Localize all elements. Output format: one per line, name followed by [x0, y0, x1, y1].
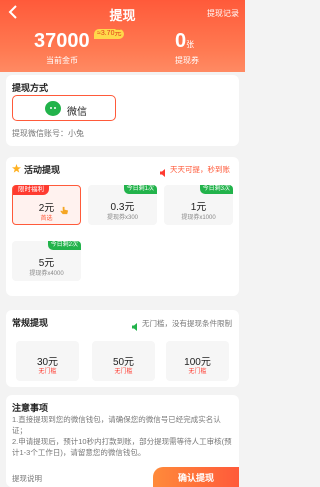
activity-withdraw-title: 活动提现: [24, 165, 61, 175]
note-line-3: 提现说明: [12, 474, 42, 483]
normal-withdraw-card: 常规提现 无门槛，没有提现条件限制 30元 无门槛 50元 无门槛 100元 无…: [6, 310, 239, 387]
payment-method-card: 提现方式 微信 提现微信账号：小兔: [6, 75, 239, 146]
wechat-icon: [45, 101, 61, 116]
option-sub: 提现券x4000: [29, 271, 64, 277]
activity-note: 天天可提，秒到账: [170, 165, 230, 174]
voucher-count: 0张: [175, 30, 194, 53]
normal-note: 无门槛，没有提现条件限制: [142, 319, 232, 328]
speaker-icon: [160, 164, 168, 177]
wechat-account-label: 提现微信账号：小兔: [12, 129, 84, 138]
option-sub: 首选: [40, 216, 53, 222]
option-sub: 提现券x1000: [181, 215, 216, 221]
normal-option-100yuan[interactable]: 100元 无门槛: [166, 341, 229, 381]
confirm-withdraw-button[interactable]: 确认提现: [153, 467, 239, 487]
option-sub: 无门槛: [188, 369, 207, 375]
option-sub: 无门槛: [114, 369, 133, 375]
normal-option-30yuan[interactable]: 30元 无门槛: [16, 341, 79, 381]
option-amount: 1元: [190, 202, 207, 213]
option-amount: 2元: [38, 203, 55, 214]
header-banner: 提现 提现记录 37000 ≈3.70元 当前金币 0张 提现券: [0, 0, 245, 72]
withdraw-record-link[interactable]: 提现记录: [207, 8, 239, 19]
notes-card: 注意事项 1.直接提现到您的微信钱包，请确保您的微信号已经完成实名认证； 2.申…: [6, 395, 239, 487]
voucher-unit: 张: [186, 40, 195, 49]
option-amount: 0.3元: [110, 202, 135, 213]
activity-option-1yuan[interactable]: 今日剩3次 1元 提现券x1000: [164, 185, 233, 225]
wechat-label: 微信: [67, 107, 87, 118]
star-icon: [12, 164, 21, 173]
notes-title: 注意事项: [12, 403, 49, 413]
normal-option-50yuan[interactable]: 50元 无门槛: [92, 341, 155, 381]
remaining-times-badge: 今日剩3次: [199, 185, 233, 194]
remaining-times-badge: 今日剩1次: [123, 185, 157, 194]
activity-withdraw-card: 活动提现 天天可提，秒到账 限时福利 2元 首选 今日剩1次 0.3元 提现券x…: [6, 157, 239, 296]
coins-label: 当前金币: [46, 56, 78, 65]
payment-method-title: 提现方式: [12, 83, 49, 93]
limited-time-badge: 限时福利: [13, 185, 49, 195]
activity-option-5yuan[interactable]: 今日剩2次 5元 提现券x4000: [12, 241, 81, 281]
pointer-hand-icon: [60, 206, 69, 217]
option-sub: 提现券x300: [106, 215, 138, 221]
speaker-icon: [132, 318, 140, 331]
option-sub: 无门槛: [38, 369, 57, 375]
note-line-1: 1.直接提现到您的微信钱包，请确保您的微信号已经完成实名认证；: [12, 415, 221, 435]
voucher-label: 提现券: [175, 56, 199, 65]
remaining-times-badge: 今日剩2次: [47, 241, 81, 250]
voucher-number: 0: [175, 30, 187, 52]
coins-value-pill: ≈3.70元: [94, 29, 125, 39]
wechat-method-button[interactable]: 微信: [12, 95, 116, 121]
activity-option-0.3yuan[interactable]: 今日剩1次 0.3元 提现券x300: [88, 185, 157, 225]
normal-withdraw-title: 常规提现: [12, 318, 49, 328]
coins-balance: 37000: [34, 30, 90, 52]
activity-option-2yuan[interactable]: 限时福利 2元 首选: [12, 185, 81, 225]
note-line-2: 2.申请提现后，预计10秒内打款到账，部分提现需等待人工审核(预计1-3个工作日…: [12, 437, 232, 457]
option-amount: 5元: [38, 258, 55, 269]
